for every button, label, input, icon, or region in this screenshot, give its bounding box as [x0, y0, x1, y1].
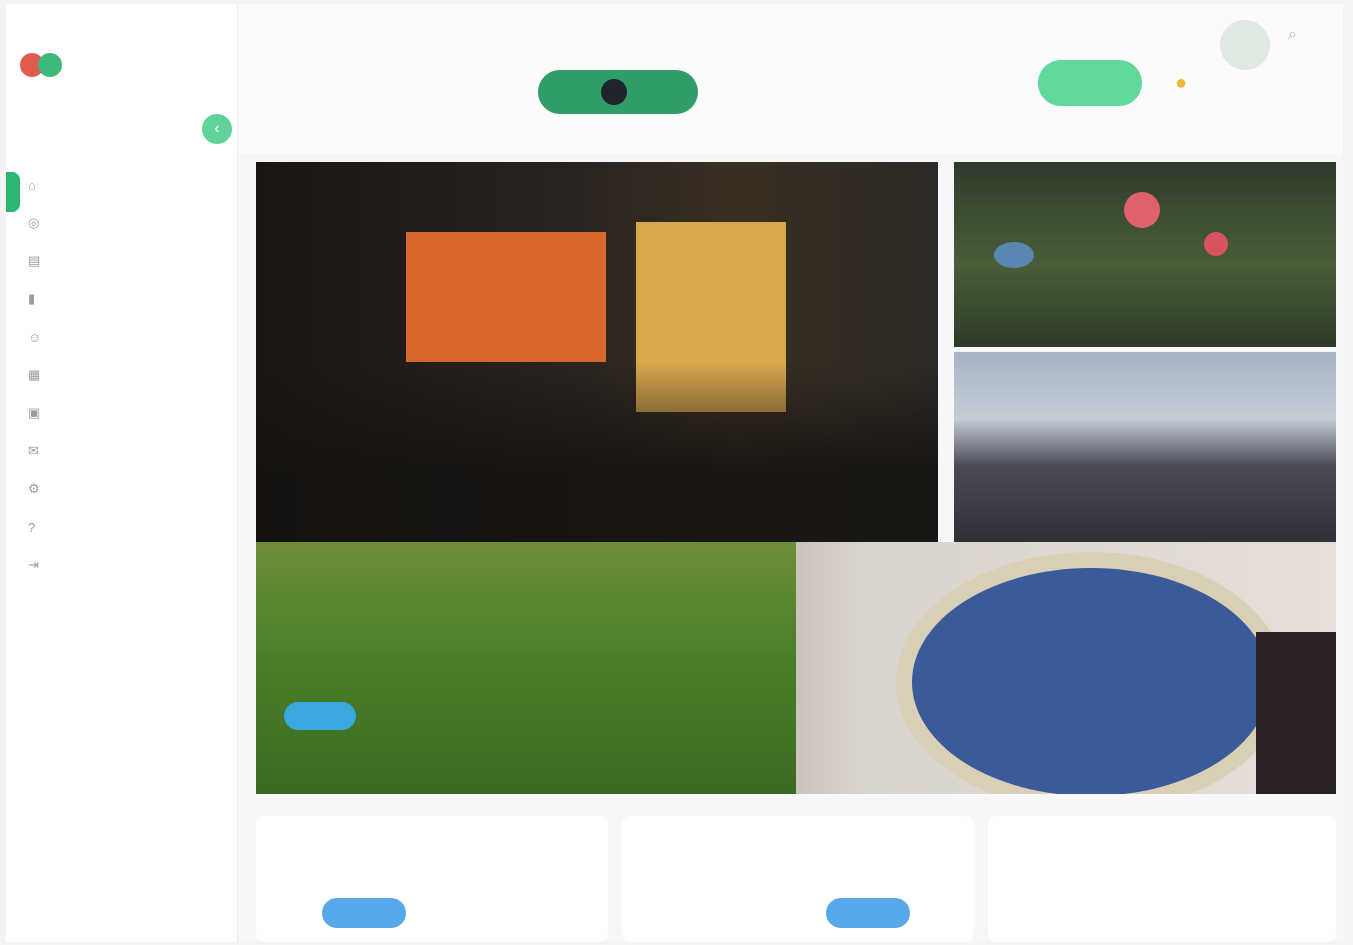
bell-icon[interactable]: ● [1166, 68, 1196, 98]
chart-icon: ▤ [28, 253, 41, 268]
story-list [256, 816, 1336, 942]
avatar[interactable] [1220, 20, 1270, 70]
help-icon: ? [28, 519, 36, 535]
app-logo[interactable] [20, 48, 66, 82]
category-tag[interactable] [284, 702, 356, 730]
gear-icon: ⚙ [28, 481, 40, 496]
story-card[interactable] [256, 816, 608, 942]
image-detail [1204, 232, 1228, 256]
bookmark-icon: ▮ [28, 291, 36, 306]
image-overlay [256, 362, 938, 542]
top-nav-tab-active[interactable] [538, 70, 698, 114]
sidebar-item-explore[interactable]: ◎ [6, 204, 238, 242]
mail-icon: ✉ [28, 443, 39, 458]
sidebar: ‹ ⌂ ◎ ▤ ▮ ☺ ▦ ▣ ✉ ⚙ ? ⇥ [6, 4, 238, 942]
sidebar-item-logout[interactable]: ⇥ [6, 546, 238, 584]
compass-icon: ◎ [28, 215, 40, 230]
story-card[interactable] [622, 816, 974, 942]
sidebar-collapse-button[interactable]: ‹ [202, 114, 232, 144]
sidebar-item-people[interactable]: ☺ [6, 318, 238, 356]
search-icon[interactable]: ⌕ [1288, 26, 1297, 44]
sidebar-item-saved[interactable]: ▮ [6, 280, 238, 318]
sidebar-item-settings[interactable]: ⚙ [6, 470, 238, 508]
featured-image-detail [406, 232, 606, 362]
home-icon: ⌂ [28, 177, 36, 193]
image-detail [994, 242, 1034, 268]
hero-grid [256, 162, 1336, 794]
image-detail [1256, 632, 1336, 794]
logout-icon: ⇥ [28, 557, 39, 572]
category-tag[interactable] [826, 898, 910, 928]
sidebar-item-home[interactable]: ⌂ [6, 166, 238, 212]
app-frame: ‹ ⌂ ◎ ▤ ▮ ☺ ▦ ▣ ✉ ⚙ ? ⇥ ● ⌕ [6, 4, 1343, 942]
sidebar-item-stats[interactable]: ▤ [6, 242, 238, 280]
story-card-sports[interactable] [256, 542, 796, 794]
sidebar-item-calendar[interactable]: ▦ [6, 356, 238, 394]
sidebar-nav: ⌂ ◎ ▤ ▮ ☺ ▦ ▣ ✉ ⚙ ? ⇥ [6, 166, 238, 584]
category-tag[interactable] [322, 898, 406, 928]
users-icon: ☺ [28, 329, 42, 345]
calendar-icon: ▦ [28, 367, 41, 382]
tab-icon [601, 79, 627, 105]
image-detail [896, 552, 1286, 794]
story-card-garden[interactable] [954, 162, 1336, 347]
image-detail [1124, 192, 1160, 228]
logo-mark-icon [38, 53, 62, 77]
top-bar: ● ⌕ [238, 4, 1343, 154]
story-card[interactable] [988, 816, 1336, 942]
cta-button[interactable] [1038, 60, 1142, 106]
image-icon: ▣ [28, 405, 41, 420]
sidebar-item-messages[interactable]: ✉ [6, 432, 238, 470]
chevron-left-icon: ‹ [214, 120, 220, 137]
featured-story-card[interactable] [256, 162, 938, 542]
story-card-street[interactable] [954, 352, 1336, 542]
story-card-event[interactable] [796, 542, 1336, 794]
sidebar-item-media[interactable]: ▣ [6, 394, 238, 432]
sidebar-item-help[interactable]: ? [6, 508, 238, 546]
